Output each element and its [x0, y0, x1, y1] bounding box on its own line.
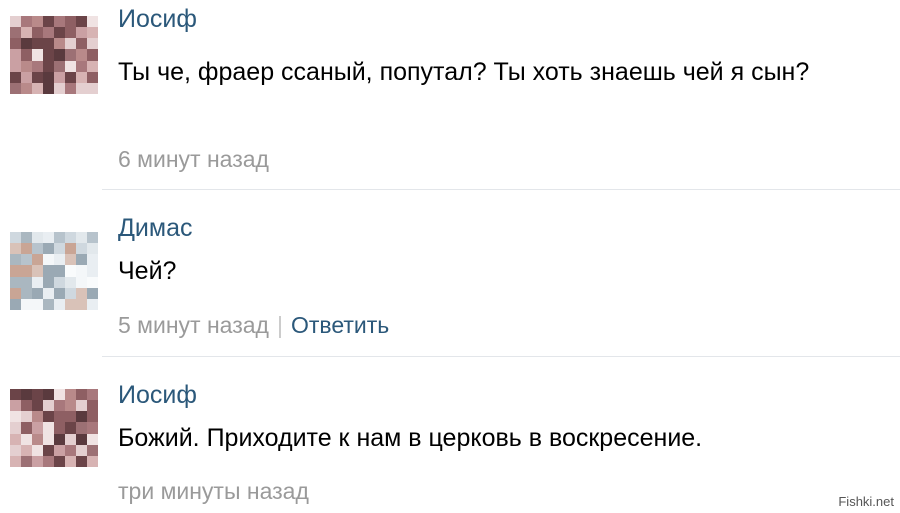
watermark: Fishki.net	[838, 494, 894, 509]
comment-timestamp[interactable]: 6 минут назад	[118, 145, 269, 173]
comment-divider	[102, 356, 900, 357]
comment-text: Чей?	[118, 257, 177, 285]
author-name[interactable]: Иосиф	[118, 4, 197, 34]
reply-link[interactable]: Ответить	[291, 312, 389, 338]
comment-text: Ты че, фраер ссаный, попутал? Ты хоть зн…	[118, 58, 810, 86]
comment-meta: 5 минут назад | Ответить	[118, 311, 389, 339]
meta-separator: |	[276, 312, 283, 338]
author-name[interactable]: Димас	[118, 213, 193, 243]
avatar[interactable]	[10, 232, 98, 310]
comment-text: Божий. Приходите к нам в церковь в воскр…	[118, 424, 703, 452]
avatar[interactable]	[10, 389, 98, 467]
author-name[interactable]: Иосиф	[118, 380, 197, 410]
comment-timestamp[interactable]: 5 минут назад	[118, 312, 269, 338]
comment-divider	[102, 189, 900, 190]
avatar[interactable]	[10, 16, 98, 94]
comment-timestamp[interactable]: три минуты назад	[118, 477, 309, 505]
